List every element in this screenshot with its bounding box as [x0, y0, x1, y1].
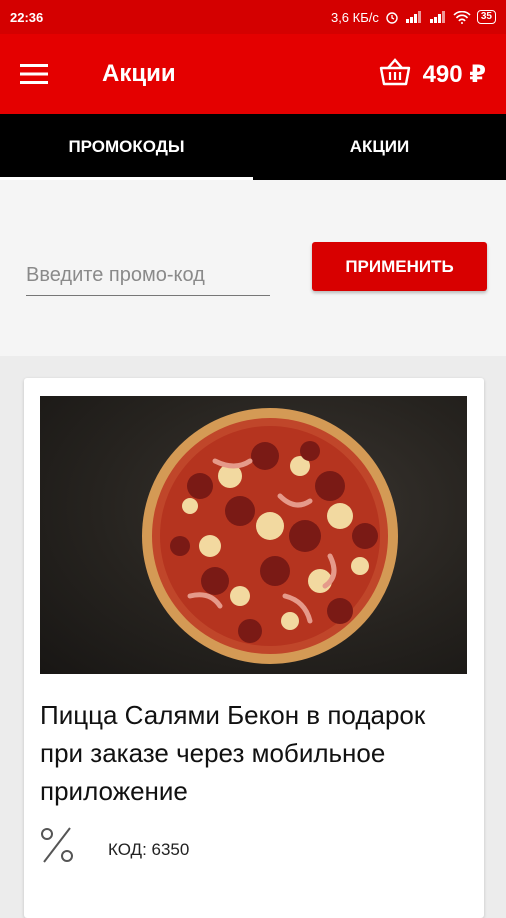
app-bar: Акции 490 ₽	[0, 34, 506, 114]
offer-image	[40, 396, 467, 674]
promo-code-label: КОД: 6350	[108, 840, 190, 859]
wifi-icon	[453, 10, 471, 24]
offer-card[interactable]: Пицца Салями Бекон в подарок при заказе …	[24, 378, 484, 918]
cart-total: 490 ₽	[422, 60, 486, 88]
tab-bar: ПРОМОКОДЫ АКЦИИ	[0, 114, 506, 180]
status-time: 22:36	[10, 9, 44, 25]
page-title: Акции	[102, 60, 176, 87]
shopping-basket-icon	[379, 57, 411, 91]
apply-button[interactable]: ПРИМЕНИТЬ	[312, 242, 487, 291]
alarm-icon	[385, 10, 399, 24]
battery-icon: 35	[476, 10, 496, 24]
hamburger-menu-icon[interactable]	[20, 54, 60, 94]
percent-icon	[40, 826, 74, 864]
tab-promocodes[interactable]: ПРОМОКОДЫ	[0, 114, 253, 180]
signal-icon	[405, 11, 423, 23]
tab-promotions[interactable]: АКЦИИ	[253, 114, 506, 180]
status-bar: 22:36 3,6 КБ/с 35	[0, 0, 506, 34]
signal-icon-2	[429, 11, 447, 23]
status-icons: 3,6 КБ/с 35	[331, 10, 496, 25]
promo-code-input[interactable]	[26, 256, 270, 296]
network-speed: 3,6 КБ/с	[330, 9, 379, 25]
offer-description: Пицца Салями Бекон в подарок при заказе …	[40, 700, 426, 806]
cart-button[interactable]: 490 ₽	[379, 57, 486, 91]
